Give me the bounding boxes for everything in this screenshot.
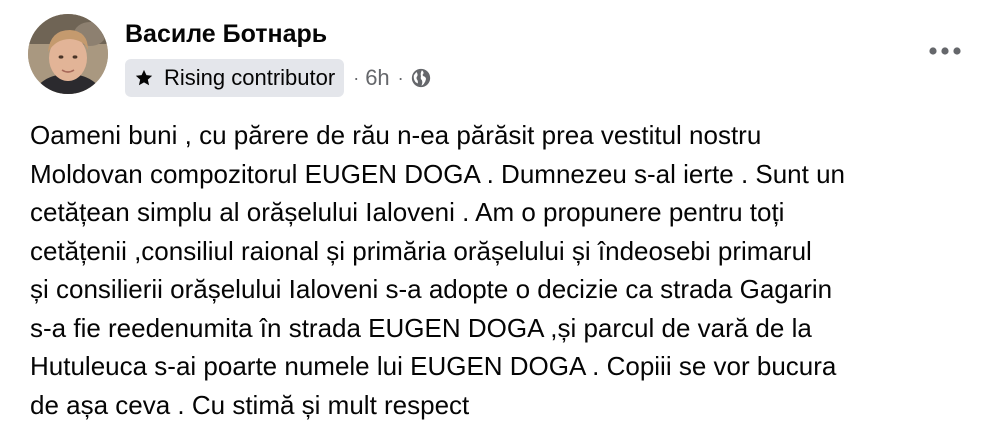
badge-label: Rising contributor xyxy=(164,65,336,90)
meta-separator: · xyxy=(353,67,360,88)
author-avatar[interactable] xyxy=(28,14,108,94)
post-options-button[interactable] xyxy=(922,34,968,70)
star-icon xyxy=(133,67,155,89)
avatar-photo xyxy=(28,14,108,94)
post-body-text: Oameni buni , cu părere de rău n-ea pără… xyxy=(30,120,846,420)
post-meta: Rising contributor · 6h · xyxy=(125,58,432,98)
feed-post: Василе Ботнарь Rising contributor · 6h · xyxy=(0,0,1004,442)
contributor-badge[interactable]: Rising contributor xyxy=(125,59,345,97)
author-name[interactable]: Василе Ботнарь xyxy=(125,18,327,50)
meta-separator: · xyxy=(397,67,404,88)
post-timestamp[interactable]: 6h xyxy=(365,65,389,91)
more-horizontal-icon xyxy=(928,43,962,61)
globe-icon[interactable] xyxy=(410,67,432,89)
